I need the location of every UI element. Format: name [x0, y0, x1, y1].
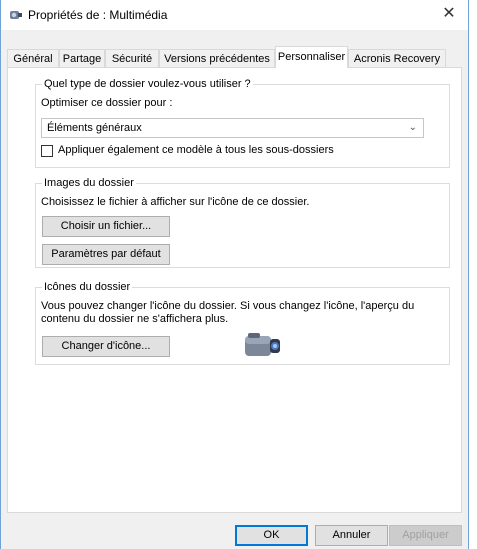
tab-sharing[interactable]: Partage — [59, 49, 105, 68]
folder-icons-description-line2: contenu du dossier ne s'affichera plus. — [41, 313, 229, 325]
optimize-label: Optimiser ce dossier pour : — [41, 97, 173, 109]
folder-pictures-legend: Images du dossier — [42, 177, 136, 189]
tab-security[interactable]: Sécurité — [105, 49, 159, 68]
folder-type-group: Quel type de dossier voulez-vous utilise… — [35, 78, 450, 168]
customize-panel: Quel type de dossier voulez-vous utilise… — [7, 67, 462, 513]
tab-customize[interactable]: Personnaliser — [275, 46, 348, 68]
optimize-select-value: Éléments généraux — [47, 122, 142, 134]
folder-icons-legend: Icônes du dossier — [42, 281, 133, 293]
ok-button[interactable]: OK — [235, 525, 308, 546]
folder-pictures-group: Images du dossier Choisissez le fichier … — [35, 177, 450, 268]
tab-acronis-recovery[interactable]: Acronis Recovery — [348, 49, 446, 68]
folder-pictures-description: Choisissez le fichier à afficher sur l'i… — [41, 196, 310, 208]
choose-file-button[interactable]: Choisir un fichier... — [42, 216, 170, 237]
folder-icons-description-line1: Vous pouvez changer l'icône du dossier. … — [41, 300, 415, 312]
cancel-button[interactable]: Annuler — [315, 525, 388, 546]
camcorder-icon — [10, 11, 22, 19]
chevron-down-icon: ⌄ — [408, 122, 417, 133]
title-bar[interactable]: Propriétés de : Multimédia ✕ — [1, 0, 468, 30]
properties-dialog: Propriétés de : Multimédia ✕ Général Par… — [0, 0, 469, 549]
tab-general[interactable]: Général — [7, 49, 59, 68]
apply-subfolders-checkbox[interactable] — [41, 145, 53, 157]
window-title: Propriétés de : Multimédia — [28, 8, 168, 22]
optimize-select[interactable]: Éléments généraux ⌄ — [41, 118, 424, 138]
apply-button[interactable]: Appliquer — [389, 525, 462, 546]
change-icon-button[interactable]: Changer d'icône... — [42, 336, 170, 357]
folder-icons-group: Icônes du dossier Vous pouvez changer l'… — [35, 281, 450, 365]
folder-type-legend: Quel type de dossier voulez-vous utilise… — [42, 78, 253, 90]
tab-previous-versions[interactable]: Versions précédentes — [159, 49, 275, 68]
close-icon[interactable]: ✕ — [440, 5, 458, 23]
restore-default-button[interactable]: Paramètres par défaut — [42, 244, 170, 265]
apply-subfolders-label[interactable]: Appliquer également ce modèle à tous les… — [58, 144, 334, 156]
camcorder-icon — [245, 333, 280, 356]
